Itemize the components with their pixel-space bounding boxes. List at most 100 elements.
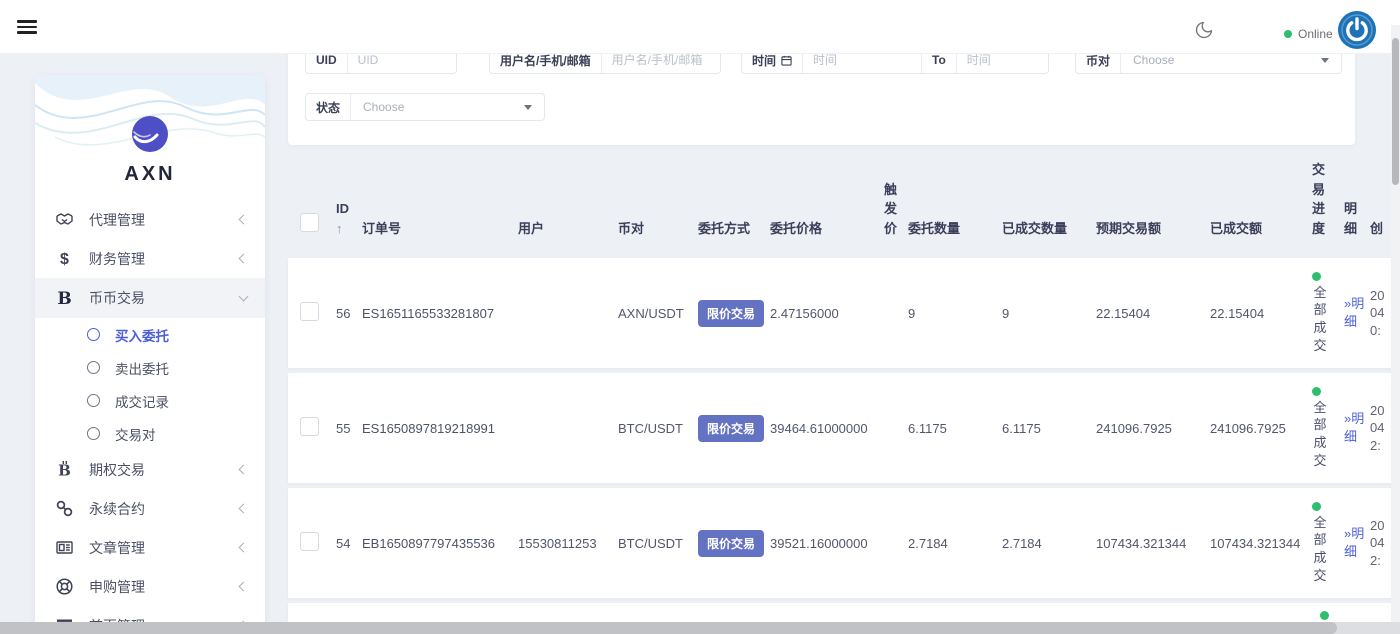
sidebar-item-options-trading[interactable]: B 期权交易 bbox=[35, 450, 265, 489]
column-header-price: 委托价格 bbox=[770, 219, 884, 239]
progress-text: 全部成交 bbox=[1312, 514, 1328, 584]
cell-expected-total: 241096.7925 bbox=[1096, 421, 1210, 436]
vertical-scrollbar-thumb[interactable] bbox=[1392, 38, 1399, 185]
sidebar-item-perpetual-contracts[interactable]: 永续合约 bbox=[35, 489, 265, 528]
vertical-scrollbar[interactable] bbox=[1391, 25, 1400, 634]
column-header-order-no: 订单号 bbox=[362, 219, 518, 239]
chevron-left-icon bbox=[239, 543, 249, 553]
sort-ascending-icon: ↑ bbox=[336, 221, 343, 236]
sidebar-item-label: 代理管理 bbox=[89, 210, 240, 230]
brand-sphere-icon bbox=[131, 115, 169, 153]
horizontal-scrollbar-thumb[interactable] bbox=[0, 622, 1337, 634]
admin-app: Online AXN bbox=[0, 0, 1400, 634]
select-all-checkbox[interactable] bbox=[300, 213, 319, 232]
sidebar-item-label: 币币交易 bbox=[89, 288, 240, 308]
status-dot-icon bbox=[1312, 272, 1321, 281]
pair-select-value: Choose bbox=[1133, 53, 1174, 67]
cell-id: 55 bbox=[336, 421, 362, 436]
cell-expected-total: 22.15404 bbox=[1096, 306, 1210, 321]
article-icon bbox=[55, 538, 74, 557]
user-avatar[interactable] bbox=[1338, 11, 1376, 49]
limit-order-badge: 限价交易 bbox=[698, 300, 764, 327]
column-header-expected-total: 预期交易额 bbox=[1096, 219, 1210, 239]
sidebar-item-label: 永续合约 bbox=[89, 499, 240, 519]
top-bar: Online bbox=[0, 0, 1400, 54]
caret-down-icon bbox=[524, 105, 532, 110]
sidebar-item-subscription-management[interactable]: 申购管理 bbox=[35, 567, 265, 606]
cell-id: 56 bbox=[336, 306, 362, 321]
calendar-icon bbox=[781, 55, 792, 66]
cell-amount: 6.1175 bbox=[908, 421, 1002, 436]
cell-progress: 全部成交 bbox=[1312, 502, 1344, 584]
lifebuoy-icon bbox=[55, 577, 74, 596]
power-logo-icon bbox=[1338, 11, 1376, 49]
status-select[interactable]: Choose bbox=[351, 94, 544, 120]
cell-expected-total: 107434.321344 bbox=[1096, 536, 1210, 551]
cell-user: 15530811253 bbox=[518, 536, 618, 551]
cell-dealt-total: 107434.321344 bbox=[1210, 536, 1312, 551]
column-header-amount: 委托数量 bbox=[908, 219, 1002, 239]
row-checkbox[interactable] bbox=[300, 532, 319, 551]
chevron-down-icon bbox=[239, 292, 249, 302]
sidebar-subitem-sell-orders[interactable]: 卖出委托 bbox=[35, 351, 265, 384]
chevron-left-icon bbox=[239, 254, 249, 264]
status-dot-icon bbox=[1312, 387, 1321, 396]
column-header-progress: 交易进度 bbox=[1312, 160, 1344, 238]
online-dot-icon bbox=[1284, 30, 1292, 38]
column-header-method: 委托方式 bbox=[698, 219, 770, 239]
cell-amount: 2.7184 bbox=[908, 536, 1002, 551]
status-dot-icon bbox=[1312, 502, 1321, 511]
svg-text:B: B bbox=[58, 462, 71, 480]
table-row: 56 ES1651165533281807 AXN/USDT 限价交易 2.47… bbox=[288, 258, 1400, 368]
sidebar-item-agent-management[interactable]: 代理管理 bbox=[35, 200, 265, 239]
detail-link[interactable]: »明细 bbox=[1344, 295, 1359, 330]
cell-dealt-total: 22.15404 bbox=[1210, 306, 1312, 321]
dollar-icon: $ bbox=[55, 249, 74, 268]
column-header-id[interactable]: ID ↑ bbox=[336, 199, 362, 238]
sidebar-subitem-label: 交易对 bbox=[115, 424, 156, 444]
column-header-detail: 明细 bbox=[1344, 199, 1370, 238]
status-select-value: Choose bbox=[363, 100, 404, 114]
table-header-row: ID ↑ 订单号 用户 币对 委托方式 委托价格 触发价 委托数量 已成交数量 … bbox=[288, 160, 1400, 240]
sidebar-item-label: 文章管理 bbox=[89, 538, 240, 558]
row-checkbox[interactable] bbox=[300, 302, 319, 321]
sidebar-item-article-management[interactable]: 文章管理 bbox=[35, 528, 265, 567]
chevron-left-icon bbox=[239, 465, 249, 475]
sidebar-item-spot-trading[interactable]: B 币币交易 bbox=[35, 278, 265, 318]
sidebar-subitem-label: 卖出委托 bbox=[115, 358, 169, 378]
cell-pair: BTC/USDT bbox=[618, 421, 698, 436]
caret-down-icon bbox=[1321, 58, 1329, 63]
detail-link[interactable]: »明细 bbox=[1344, 525, 1359, 560]
cell-order-no: ES1650897819218991 bbox=[362, 421, 518, 436]
column-header-filled-amount: 已成交数量 bbox=[1002, 219, 1096, 239]
cell-pair: BTC/USDT bbox=[618, 536, 698, 551]
hamburger-menu-icon[interactable] bbox=[17, 20, 37, 34]
detail-link[interactable]: »明细 bbox=[1344, 410, 1359, 445]
column-header-pair: 币对 bbox=[618, 219, 698, 239]
sidebar-subitem-trading-pairs[interactable]: 交易对 bbox=[35, 417, 265, 450]
brand-logo bbox=[131, 115, 169, 153]
sidebar-subitem-label: 买入委托 bbox=[115, 325, 169, 345]
sidebar-subitem-buy-orders[interactable]: 买入委托 bbox=[35, 318, 265, 351]
svg-text:B: B bbox=[57, 289, 71, 308]
coin-b-icon: B bbox=[55, 289, 74, 308]
online-status: Online bbox=[1284, 27, 1333, 41]
sidebar-item-finance-management[interactable]: $ 财务管理 bbox=[35, 239, 265, 278]
column-header-trigger-price: 触发价 bbox=[884, 180, 908, 239]
horizontal-scrollbar[interactable] bbox=[0, 622, 1400, 634]
row-checkbox[interactable] bbox=[300, 417, 319, 436]
cell-order-no: EB1650897797435536 bbox=[362, 536, 518, 551]
chevron-left-icon bbox=[239, 215, 249, 225]
cell-id: 54 bbox=[336, 536, 362, 551]
cell-order-no: ES1651165533281807 bbox=[362, 306, 518, 321]
column-header-dealt-total: 已成交额 bbox=[1210, 219, 1312, 239]
cell-progress: 全部成交 bbox=[1312, 272, 1344, 354]
cell-price: 39521.16000000 bbox=[770, 536, 884, 551]
brand-name: AXN bbox=[35, 163, 265, 186]
sidebar-item-label: 申购管理 bbox=[89, 577, 240, 597]
cell-price: 2.47156000 bbox=[770, 306, 884, 321]
radio-circle-icon bbox=[87, 361, 100, 374]
sidebar-item-label: 财务管理 bbox=[89, 249, 240, 269]
dark-mode-toggle[interactable] bbox=[1194, 20, 1214, 40]
sidebar-subitem-trade-records[interactable]: 成交记录 bbox=[35, 384, 265, 417]
